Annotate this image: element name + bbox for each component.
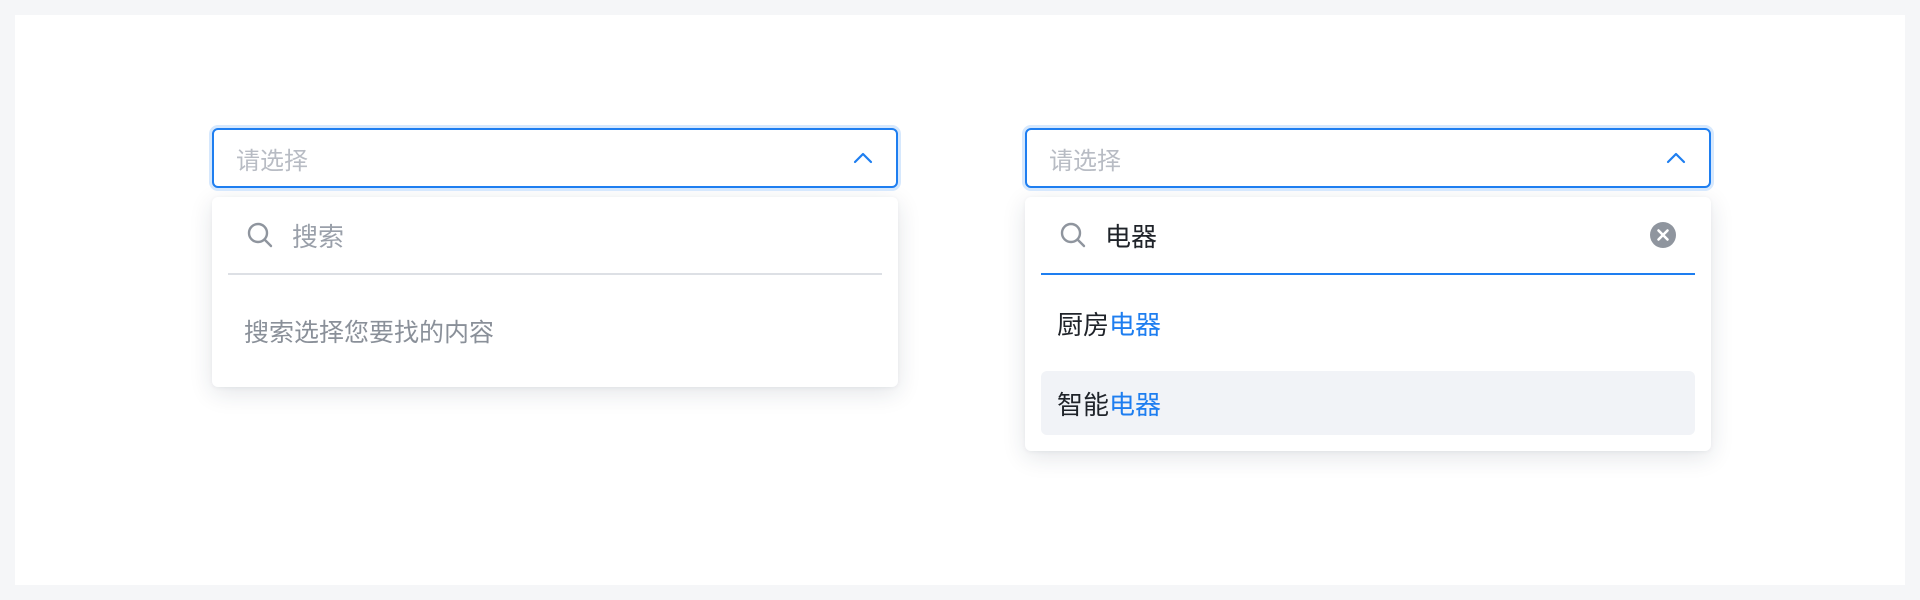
- option-prefix: 智能: [1057, 390, 1110, 421]
- search-row: 电器: [1041, 197, 1695, 275]
- option-match-highlight: 电器: [1109, 390, 1162, 421]
- left-dropdown-panel: 搜索 搜索选择您要找的内容: [212, 197, 898, 387]
- left-select-dropdown: 请选择 搜索 搜索选择您要找的内容: [212, 128, 898, 387]
- empty-hint: 搜索选择您要找的内容: [244, 318, 495, 347]
- search-row: 搜索: [228, 197, 882, 275]
- search-input[interactable]: 搜索: [292, 217, 864, 254]
- option-item-hovered[interactable]: 智能 电器: [1041, 371, 1695, 435]
- option-match-highlight: 电器: [1109, 310, 1162, 341]
- chevron-up-icon[interactable]: [1665, 147, 1687, 169]
- right-select-trigger[interactable]: 请选择: [1025, 128, 1711, 188]
- select-placeholder: 请选择: [236, 146, 308, 175]
- option-item[interactable]: 厨房 电器: [1041, 291, 1695, 355]
- right-dropdown-panel: 电器 厨房 电器 智能 电器: [1025, 197, 1711, 451]
- search-icon: [1059, 221, 1087, 249]
- option-prefix: 厨房: [1057, 310, 1110, 341]
- chevron-up-icon[interactable]: [852, 147, 874, 169]
- search-icon: [246, 221, 274, 249]
- right-select-dropdown: 请选择 电器 厨房 电器 智能 电器: [1025, 128, 1711, 451]
- select-placeholder: 请选择: [1049, 146, 1121, 175]
- clear-icon[interactable]: [1649, 221, 1677, 249]
- canvas: 请选择 搜索 搜索选择您要找的内容 请选择 电器 厨房 电器 智能 电器: [15, 15, 1905, 585]
- left-select-trigger[interactable]: 请选择: [212, 128, 898, 188]
- search-input[interactable]: 电器: [1105, 217, 1649, 254]
